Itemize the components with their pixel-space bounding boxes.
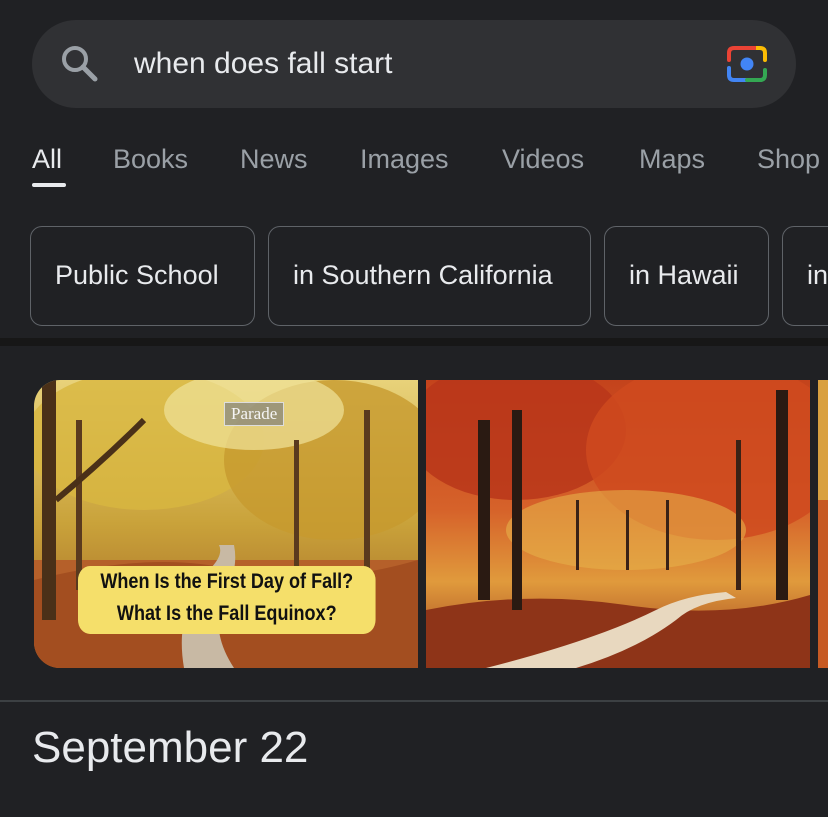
search-icon[interactable] <box>60 44 100 84</box>
search-input[interactable]: when does fall start <box>134 44 392 84</box>
image-caption: When Is the First Day of Fall? What Is t… <box>78 566 376 634</box>
image-result-partial[interactable] <box>818 380 828 668</box>
image-result-parade[interactable]: Parade When Is the First Day of Fall? Wh… <box>34 380 418 668</box>
tab-videos[interactable]: Videos <box>502 138 584 180</box>
tab-news[interactable]: News <box>240 138 308 180</box>
parade-logo: Parade <box>224 402 285 426</box>
search-tabs: All Books News Images Videos Maps Shop <box>0 138 828 188</box>
tab-active-indicator <box>32 183 66 187</box>
refinement-chips: Public School in Southern California in … <box>0 226 828 326</box>
section-divider <box>0 338 828 346</box>
red-autumn-forest-image <box>426 380 810 668</box>
result-divider <box>0 700 828 702</box>
image-result-forest-path[interactable] <box>426 380 810 668</box>
chip-public-school[interactable]: Public School <box>30 226 255 326</box>
tab-books[interactable]: Books <box>113 138 188 180</box>
chip-southern-california[interactable]: in Southern California <box>268 226 591 326</box>
google-lens-icon[interactable] <box>726 44 768 84</box>
tab-shopping[interactable]: Shop <box>757 138 820 180</box>
chip-hawaii[interactable]: in Hawaii <box>604 226 769 326</box>
featured-answer: September 22 <box>32 723 309 772</box>
caption-line-1: When Is the First Day of Fall? <box>100 570 354 593</box>
partial-image <box>818 380 828 668</box>
chip-partial[interactable]: in <box>782 226 828 326</box>
tab-maps[interactable]: Maps <box>639 138 705 180</box>
image-carousel: Parade When Is the First Day of Fall? Wh… <box>0 380 828 668</box>
caption-line-2: What Is the Fall Equinox? <box>116 602 337 625</box>
tab-images[interactable]: Images <box>360 138 449 180</box>
tab-all[interactable]: All <box>32 138 62 180</box>
